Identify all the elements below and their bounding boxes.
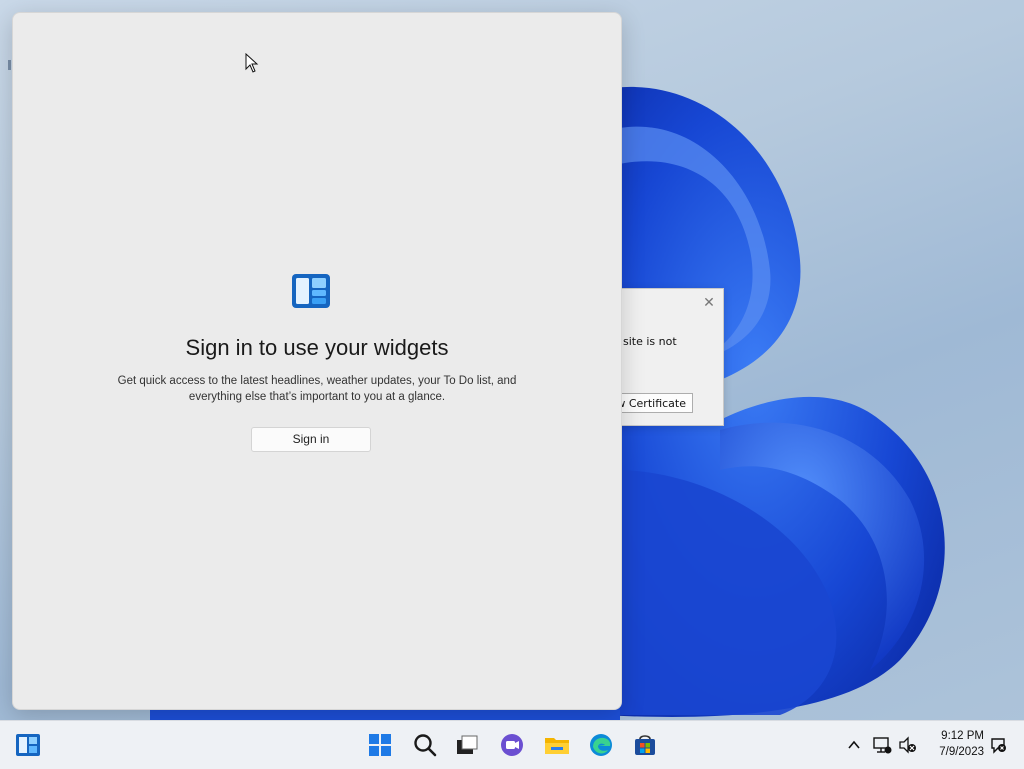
file-explorer-icon[interactable] xyxy=(543,731,571,759)
widgets-panel: Sign in to use your widgets Get quick ac… xyxy=(12,12,622,710)
edge-icon[interactable] xyxy=(587,731,615,759)
chevron-up-icon[interactable] xyxy=(846,735,862,755)
clock-date: 7/9/2023 xyxy=(939,746,984,758)
mouse-cursor-icon xyxy=(245,53,259,73)
task-view-icon[interactable] xyxy=(453,731,481,759)
panel-description: Get quick access to the latest headlines… xyxy=(117,375,517,403)
close-icon[interactable]: ✕ xyxy=(701,295,717,311)
panel-title: Sign in to use your widgets xyxy=(185,335,449,360)
widgets-icon[interactable] xyxy=(14,731,42,759)
start-icon[interactable] xyxy=(366,731,394,759)
network-icon[interactable] xyxy=(872,735,892,755)
clock-time: 9:12 PM xyxy=(941,730,984,742)
taskbar: 9:12 PM 7/9/2023 xyxy=(0,720,1024,769)
chat-icon[interactable] xyxy=(498,731,526,759)
sign-in-button[interactable]: Sign in xyxy=(251,427,371,452)
taskbar-clock[interactable]: 9:12 PM 7/9/2023 xyxy=(920,728,984,760)
notification-icon[interactable] xyxy=(988,735,1008,755)
widgets-logo-icon xyxy=(292,274,330,308)
volume-muted-icon[interactable] xyxy=(898,735,918,755)
store-icon[interactable] xyxy=(631,731,659,759)
dialog-message: site is not xyxy=(623,335,677,348)
desktop-edge-mark xyxy=(8,60,11,70)
search-icon[interactable] xyxy=(411,731,439,759)
